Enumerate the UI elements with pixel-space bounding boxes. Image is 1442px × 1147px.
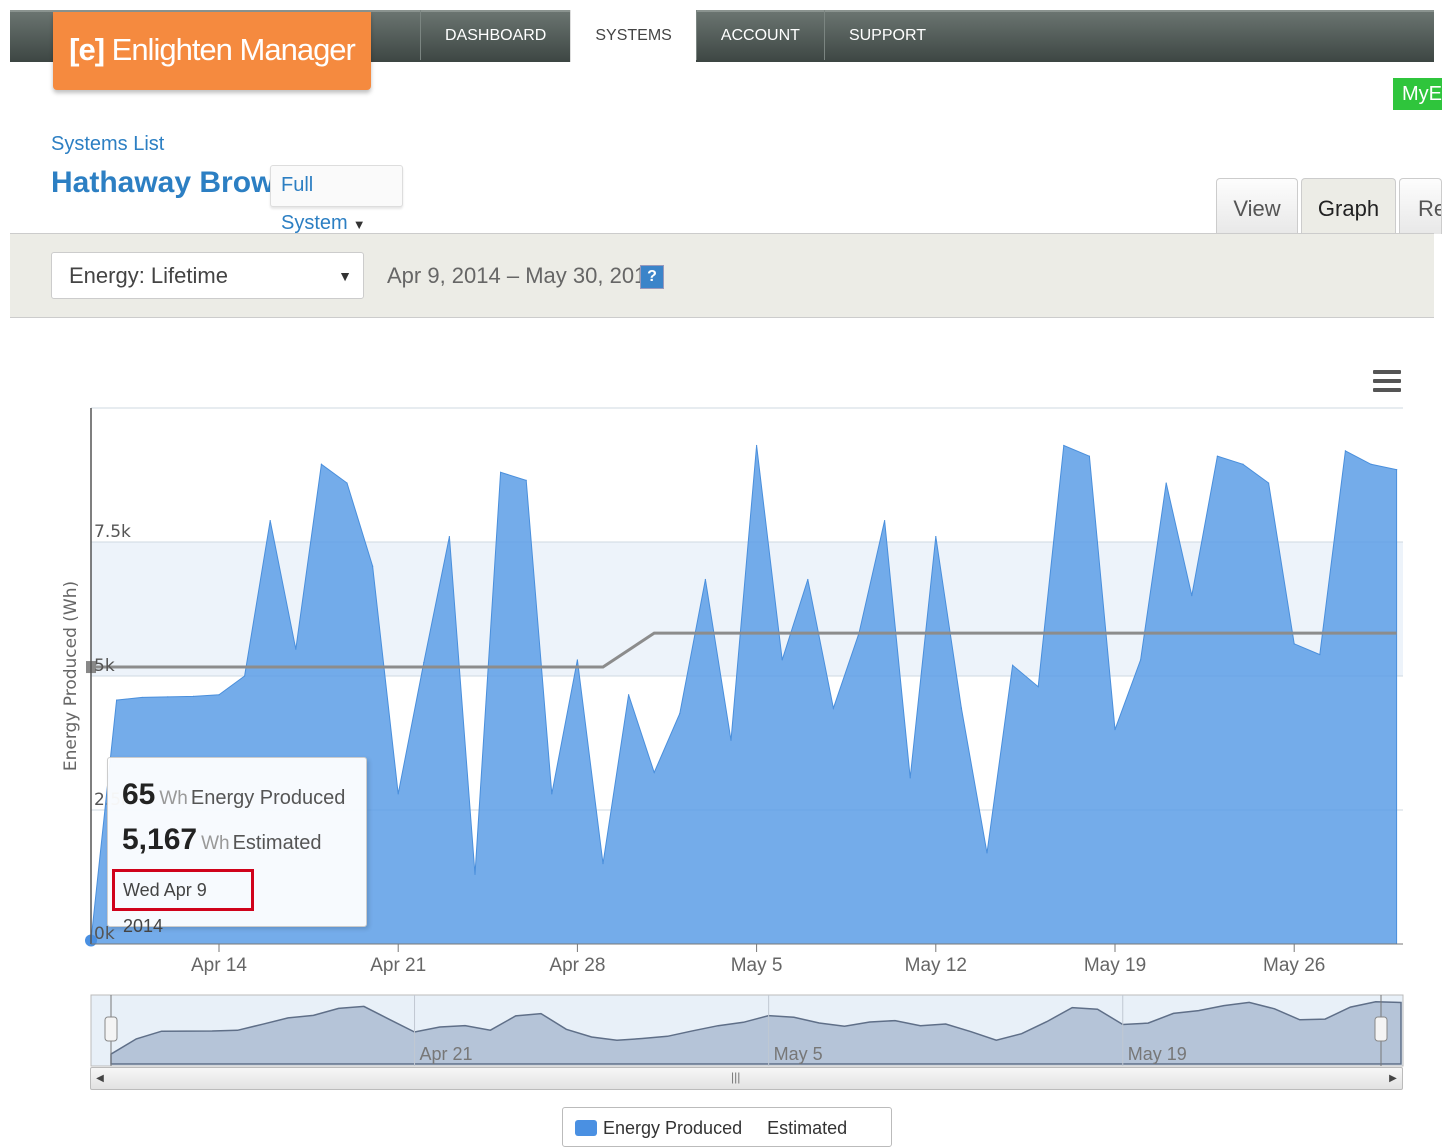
point-energy-produced xyxy=(756,444,758,447)
x-tick-label: Apr 14 xyxy=(191,955,247,976)
scrollbar-grip-icon[interactable]: ||| xyxy=(731,1070,740,1084)
tooltip-estimated-unit: Wh xyxy=(201,833,230,854)
point-energy-produced xyxy=(167,696,169,698)
x-tick-label: Apr 21 xyxy=(370,955,426,976)
legend-text: Energy Produced Estimated xyxy=(603,1118,848,1138)
point-energy-produced xyxy=(551,793,553,795)
point-energy-produced xyxy=(576,659,579,661)
point-energy-produced xyxy=(1114,729,1116,731)
point-energy-produced xyxy=(986,852,988,854)
y-tick-label: 0k xyxy=(94,924,115,944)
point-energy-produced xyxy=(935,536,937,538)
point-energy-produced xyxy=(1319,653,1321,656)
point-energy-produced xyxy=(320,463,322,465)
point-energy-produced xyxy=(1216,455,1218,457)
point-energy-produced xyxy=(884,519,886,522)
navigator-label: Apr 21 xyxy=(420,1044,473,1064)
point-energy-produced xyxy=(960,707,963,709)
tooltip-produced-label: Energy Produced xyxy=(190,787,346,809)
point-energy-produced xyxy=(1165,482,1167,484)
energy-chart: 0k2.5k5k7.5kApr 14Apr 21Apr 28May 5May 1… xyxy=(61,407,1404,1067)
point-energy-produced xyxy=(1293,643,1295,645)
point-energy-produced xyxy=(423,662,425,664)
x-tick-label: May 12 xyxy=(905,955,967,976)
point-energy-produced xyxy=(909,777,911,779)
y-axis-title: Energy Produced (Wh) xyxy=(61,581,81,771)
point-energy-produced xyxy=(807,578,809,581)
point-energy-produced xyxy=(397,793,399,795)
x-tick-label: Apr 28 xyxy=(549,955,605,976)
point-energy-produced xyxy=(1088,455,1090,457)
point-energy-produced xyxy=(346,482,348,484)
point-energy-produced xyxy=(372,565,374,567)
point-energy-produced xyxy=(730,739,732,741)
point-energy-produced xyxy=(1037,686,1039,688)
point-energy-produced xyxy=(1012,664,1014,666)
y-tick-label: 5k xyxy=(94,656,115,676)
point-energy-produced xyxy=(192,695,194,697)
tooltip-produced-value: 65 xyxy=(122,778,156,811)
chart-legend[interactable]: Energy Produced Estimated xyxy=(562,1107,892,1147)
navigator-handle[interactable] xyxy=(104,1016,118,1042)
point-energy-produced xyxy=(602,863,604,865)
chart-tooltip: 65 Wh Energy Produced 5,167 Wh Estimated Wed… xyxy=(107,757,367,936)
point-energy-produced xyxy=(628,694,630,696)
logo-bracket: [e] xyxy=(69,32,105,67)
tooltip-date: Wed Apr 9 2014 xyxy=(112,869,254,936)
point-energy-produced xyxy=(116,699,118,701)
navigator-handle[interactable] xyxy=(1374,1016,1388,1042)
point-energy-produced xyxy=(474,873,476,875)
point-energy-produced xyxy=(1396,469,1398,471)
enlighten-logo[interactable]: [e] Enlighten Manager xyxy=(53,12,371,90)
point-energy-produced xyxy=(525,479,527,481)
point-energy-produced xyxy=(1268,482,1270,484)
scroll-left-icon[interactable]: ◀ xyxy=(92,1070,108,1087)
point-energy-produced xyxy=(448,536,450,538)
point-energy-produced xyxy=(1063,444,1065,447)
point-energy-produced xyxy=(704,578,707,581)
tooltip-estimated-label: Estimated xyxy=(232,832,322,854)
logo-text: Enlighten Manager xyxy=(111,32,356,67)
navigator-scrollbar[interactable]: ◀ ||| ▶ xyxy=(90,1067,1403,1090)
legend-swatch-energy-produced xyxy=(575,1120,597,1136)
point-energy-produced xyxy=(269,519,271,522)
x-tick-label: May 19 xyxy=(1084,955,1146,976)
point-energy-produced xyxy=(1140,659,1142,661)
point-energy-produced xyxy=(1370,463,1372,465)
point-energy-produced xyxy=(1242,463,1244,465)
navigator-label: May 19 xyxy=(1128,1044,1187,1064)
point-energy-produced xyxy=(218,694,220,696)
tooltip-estimated-value: 5,167 xyxy=(122,823,198,856)
point-energy-produced xyxy=(832,707,835,709)
point-energy-produced xyxy=(500,471,502,473)
point-energy-produced xyxy=(295,648,297,650)
navigator-label: May 5 xyxy=(774,1044,823,1064)
point-energy-produced xyxy=(781,659,783,661)
point-energy-produced xyxy=(141,696,143,699)
point-energy-produced xyxy=(679,712,681,715)
point-energy-produced xyxy=(1191,595,1193,597)
y-tick-label: 7.5k xyxy=(94,522,131,542)
scroll-right-icon[interactable]: ▶ xyxy=(1385,1070,1401,1087)
point-energy-produced xyxy=(1344,450,1346,452)
tooltip-produced: 65 Wh Energy Produced xyxy=(122,778,345,812)
point-energy-produced xyxy=(244,675,246,677)
tooltip-produced-unit: Wh xyxy=(159,788,188,809)
x-tick-label: May 5 xyxy=(731,955,783,976)
navigator: Apr 21 May 5 May 19 xyxy=(90,994,1404,1067)
x-tick-label: May 26 xyxy=(1263,955,1325,976)
point-energy-produced xyxy=(653,771,655,774)
tooltip-estimated: 5,167 Wh Estimated xyxy=(122,823,322,857)
